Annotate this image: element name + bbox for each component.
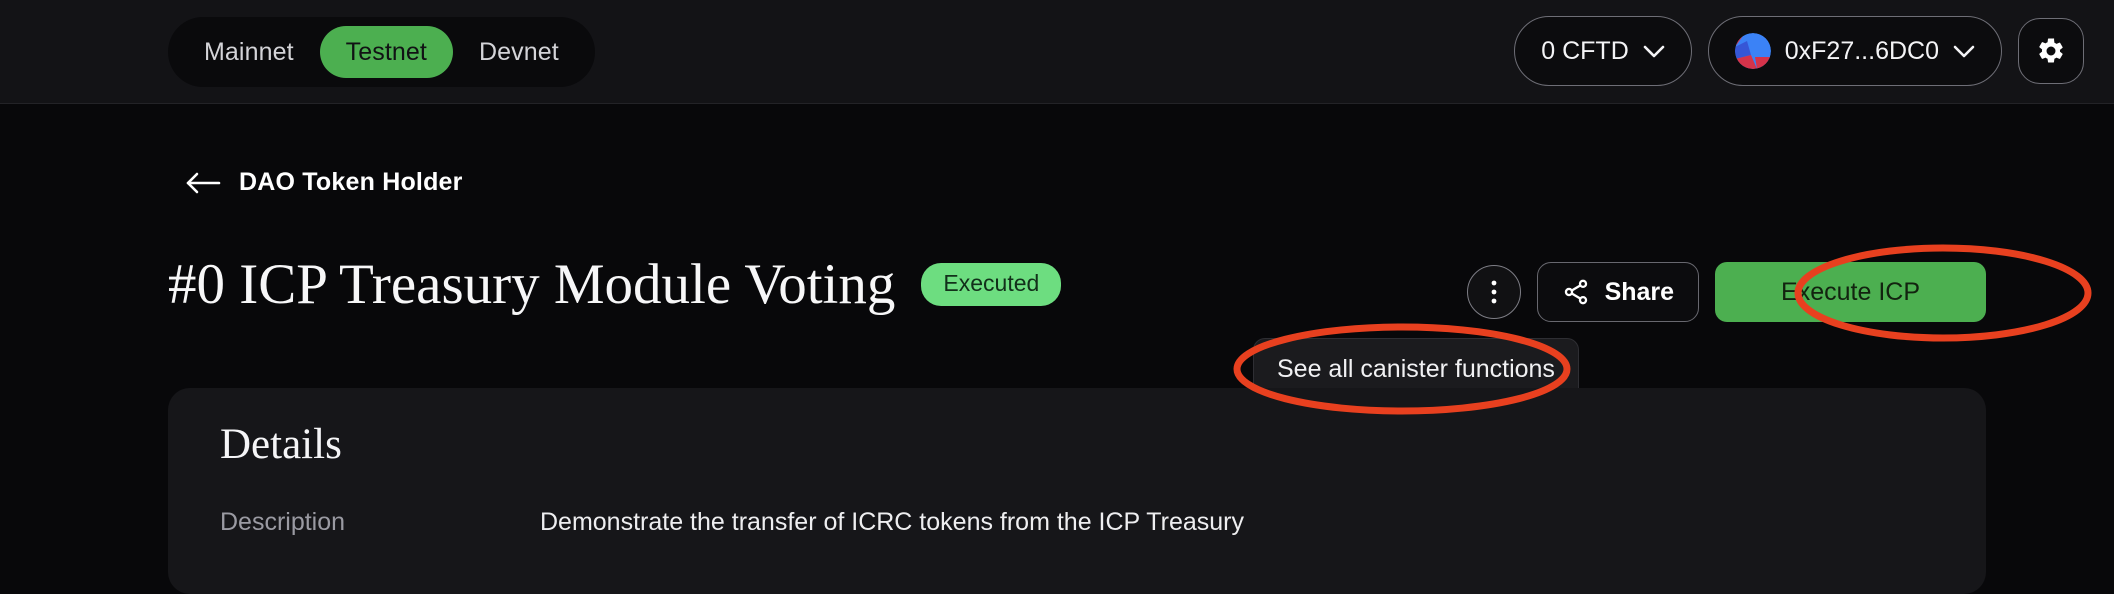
page-title-row: #0 ICP Treasury Module Voting Executed — [168, 253, 1062, 316]
share-button-label: Share — [1604, 277, 1675, 306]
network-option-mainnet[interactable]: Mainnet — [178, 26, 320, 78]
network-option-devnet[interactable]: Devnet — [453, 26, 585, 78]
more-options-button[interactable] — [1466, 265, 1521, 319]
details-card: Details Description Demonstrate the tran… — [168, 388, 1986, 594]
balance-label: 0 CFTD — [1541, 36, 1629, 65]
settings-button[interactable] — [2018, 18, 2084, 84]
top-bar: Mainnet Testnet Devnet 0 CFTD 0xF27...6D… — [0, 0, 2114, 104]
arrow-left-icon — [186, 172, 221, 193]
execute-icp-button[interactable]: Execute ICP — [1715, 262, 1986, 322]
balance-dropdown[interactable]: 0 CFTD — [1514, 16, 1692, 86]
share-button[interactable]: Share — [1536, 262, 1700, 322]
gear-icon — [2039, 38, 2063, 63]
wallet-address-dropdown[interactable]: 0xF27...6DC0 — [1707, 16, 2002, 86]
wallet-avatar-identicon — [1734, 33, 1771, 69]
back-link-label: DAO Token Holder — [239, 168, 463, 196]
kebab-menu-icon — [1491, 280, 1496, 304]
chevron-down-icon — [1953, 45, 1975, 57]
share-nodes-icon — [1564, 279, 1587, 305]
tooltip-text: See all canister functions — [1277, 354, 1555, 383]
page-title: #0 ICP Treasury Module Voting — [168, 253, 896, 316]
network-switcher[interactable]: Mainnet Testnet Devnet — [168, 17, 595, 87]
back-link[interactable]: DAO Token Holder — [184, 168, 463, 197]
detail-label: Description — [220, 508, 346, 536]
details-card-title: Details — [220, 421, 342, 468]
detail-row-description: Description Demonstrate the transfer of … — [220, 508, 1244, 537]
app-root: Mainnet Testnet Devnet 0 CFTD 0xF27...6D… — [0, 0, 2114, 594]
detail-value: Demonstrate the transfer of ICRC tokens … — [540, 508, 1244, 536]
chevron-down-icon — [1643, 45, 1665, 57]
top-bar-right-controls: 0 CFTD 0xF27...6DC0 — [1514, 16, 2084, 86]
status-badge: Executed — [921, 263, 1062, 306]
network-option-testnet[interactable]: Testnet — [319, 26, 453, 78]
page-actions: Share Execute ICP — [1466, 262, 1986, 322]
wallet-address-label: 0xF27...6DC0 — [1784, 36, 1939, 65]
